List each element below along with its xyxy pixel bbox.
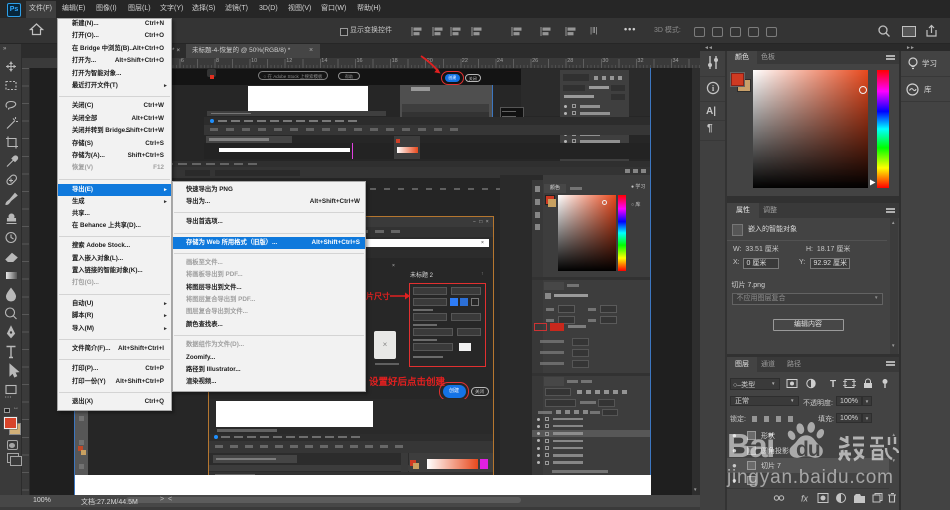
svg-text:i: i <box>712 83 715 93</box>
svg-text:T: T <box>830 379 836 389</box>
svg-text:fx: fx <box>801 494 809 504</box>
